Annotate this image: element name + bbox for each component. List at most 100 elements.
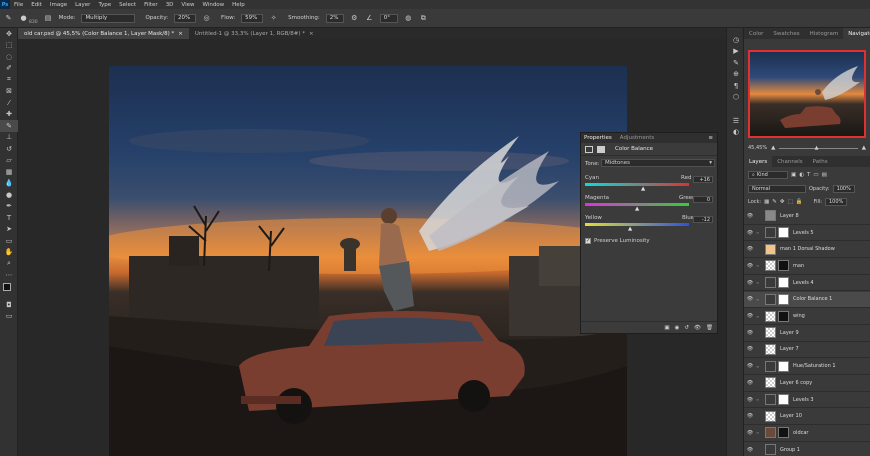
quick-select-tool-icon[interactable]: ✐ bbox=[0, 63, 18, 75]
mask-icon[interactable] bbox=[597, 145, 605, 153]
crop-tool-icon[interactable]: ⌗ bbox=[0, 74, 18, 86]
lasso-tool-icon[interactable]: ◌ bbox=[0, 51, 18, 63]
layer-row[interactable]: 👁 man 1 Dorsal Shadow bbox=[744, 241, 870, 259]
layer-thumbnail[interactable] bbox=[765, 243, 776, 255]
healing-brush-tool-icon[interactable]: ✚ bbox=[0, 109, 18, 121]
history-brush-tool-icon[interactable]: ↺ bbox=[0, 143, 18, 155]
filter-smart-icon[interactable]: ▤ bbox=[822, 172, 827, 178]
reset-icon[interactable]: ↺ bbox=[684, 325, 689, 331]
brushes-icon[interactable]: ✎ bbox=[727, 57, 745, 69]
visibility-icon[interactable]: 👁 bbox=[694, 325, 701, 331]
preserve-luminosity-checkbox[interactable]: ✓ bbox=[585, 238, 591, 244]
gradient-tool-icon[interactable]: ▦ bbox=[0, 166, 18, 178]
visibility-eye-icon[interactable]: 👁 bbox=[744, 230, 756, 236]
menu-image[interactable]: Image bbox=[46, 2, 71, 8]
clone-source-icon[interactable]: ⊕ bbox=[727, 69, 745, 81]
lock-pixels-icon[interactable]: ✎ bbox=[772, 199, 777, 205]
layer-row[interactable]: 👁 ∞ man bbox=[744, 258, 870, 275]
flow-input[interactable]: 59% bbox=[241, 13, 264, 23]
yellow-blue-thumb[interactable]: ▲ bbox=[628, 226, 632, 232]
eyedropper-tool-icon[interactable]: ⁄ bbox=[0, 97, 18, 109]
layer-thumbnail[interactable] bbox=[765, 377, 776, 389]
layer-thumbnail[interactable] bbox=[765, 410, 776, 422]
frame-tool-icon[interactable]: ⊠ bbox=[0, 86, 18, 98]
menu-view[interactable]: View bbox=[177, 2, 198, 8]
shape-tool-icon[interactable]: ▭ bbox=[0, 235, 18, 247]
lock-position-icon[interactable]: ✥ bbox=[780, 199, 785, 205]
opacity-input[interactable]: 20% bbox=[174, 13, 197, 23]
brush-preset-icon[interactable]: ● bbox=[19, 14, 28, 23]
layer-row[interactable]: 👁 ∞ Color Balance 1 bbox=[744, 291, 870, 309]
lock-artboard-icon[interactable]: ⬚ bbox=[788, 199, 793, 205]
layer-row[interactable]: 👁 Layer 10 bbox=[744, 408, 870, 426]
tone-select[interactable]: Midtones ▾ bbox=[601, 159, 715, 167]
menu-select[interactable]: Select bbox=[115, 2, 140, 8]
adjustments-icon[interactable]: ◐ bbox=[727, 127, 745, 139]
layer-row[interactable]: 👁 ∞ wing bbox=[744, 308, 870, 325]
layer-row[interactable]: 👁 Layer 6 copy bbox=[744, 375, 870, 392]
gear-icon[interactable]: ⚙ bbox=[350, 14, 359, 23]
layer-thumbnail[interactable] bbox=[765, 394, 776, 406]
visibility-eye-icon[interactable]: 👁 bbox=[744, 313, 756, 319]
layer-row[interactable]: 👁 Layer 7 bbox=[744, 342, 870, 359]
blur-tool-icon[interactable]: 💧 bbox=[0, 178, 18, 190]
magenta-green-value[interactable]: 0 bbox=[693, 196, 713, 203]
mode-select[interactable]: Multiply bbox=[81, 13, 136, 23]
marquee-tool-icon[interactable]: ⬚ bbox=[0, 40, 18, 52]
menu-edit[interactable]: Edit bbox=[27, 2, 46, 8]
tab-navigator[interactable]: Navigator bbox=[843, 28, 870, 39]
layer-thumbnail[interactable] bbox=[765, 260, 776, 272]
artwork-image[interactable] bbox=[109, 66, 627, 456]
layer-thumbnail[interactable] bbox=[765, 427, 776, 439]
tab-swatches[interactable]: Swatches bbox=[768, 28, 804, 39]
layer-mask-thumbnail[interactable] bbox=[778, 310, 789, 322]
quick-mask-icon[interactable]: ◘ bbox=[0, 299, 18, 311]
paragraph-icon[interactable]: ¶ bbox=[727, 80, 745, 92]
menu-help[interactable]: Help bbox=[228, 2, 249, 8]
more-tools-icon[interactable]: ⋯ bbox=[0, 270, 18, 282]
layer-mask-thumbnail[interactable] bbox=[778, 293, 789, 305]
visibility-eye-icon[interactable]: 👁 bbox=[744, 296, 756, 302]
visibility-eye-icon[interactable]: 👁 bbox=[744, 363, 756, 369]
properties-icon[interactable]: ☰ bbox=[727, 115, 745, 127]
visibility-eye-icon[interactable]: 👁 bbox=[744, 380, 756, 386]
eraser-tool-icon[interactable]: ▱ bbox=[0, 155, 18, 167]
path-select-tool-icon[interactable]: ➤ bbox=[0, 224, 18, 236]
tab-adjustments[interactable]: Adjustments bbox=[620, 135, 654, 141]
close-icon[interactable]: × bbox=[178, 31, 183, 37]
menu-type[interactable]: Type bbox=[94, 2, 115, 8]
zoom-slider[interactable]: ▲ bbox=[779, 145, 858, 151]
layer-mask-thumbnail[interactable] bbox=[778, 427, 789, 439]
visibility-eye-icon[interactable]: 👁 bbox=[744, 430, 756, 436]
cyan-red-thumb[interactable]: ▲ bbox=[641, 186, 645, 192]
menu-layer[interactable]: Layer bbox=[71, 2, 94, 8]
visibility-eye-icon[interactable]: 👁 bbox=[744, 280, 756, 286]
airbrush-icon[interactable]: ✧ bbox=[269, 14, 278, 23]
type-tool-icon[interactable]: T bbox=[0, 212, 18, 224]
lock-all-icon[interactable]: 🔒 bbox=[796, 199, 803, 205]
history-icon[interactable]: ◷ bbox=[727, 34, 745, 46]
actions-icon[interactable]: ▶ bbox=[727, 46, 745, 58]
layer-row[interactable]: 👁 ∞ Levels 4 bbox=[744, 275, 870, 292]
brush-tool-icon[interactable]: ✎ bbox=[4, 14, 13, 23]
pressure-size-icon[interactable]: ◍ bbox=[404, 14, 413, 23]
layer-thumbnail[interactable] bbox=[765, 210, 776, 222]
layer-mask-thumbnail[interactable] bbox=[778, 360, 789, 372]
clone-stamp-tool-icon[interactable]: ⊥ bbox=[0, 132, 18, 144]
pen-tool-icon[interactable]: ✒ bbox=[0, 201, 18, 213]
zoom-tool-icon[interactable]: ⌕ bbox=[0, 258, 18, 270]
dodge-tool-icon[interactable]: ● bbox=[0, 189, 18, 201]
tab-layers[interactable]: Layers bbox=[744, 156, 773, 167]
zoom-slider-thumb[interactable]: ▲ bbox=[815, 145, 819, 151]
zoom-value[interactable]: 45,45% bbox=[748, 145, 767, 151]
pressure-opacity-icon[interactable]: ◎ bbox=[202, 14, 211, 23]
filter-shape-icon[interactable]: ▭ bbox=[813, 172, 818, 178]
menu-window[interactable]: Window bbox=[198, 2, 228, 8]
layer-opacity-input[interactable]: 100% bbox=[832, 184, 855, 193]
visibility-eye-icon[interactable]: 👁 bbox=[744, 413, 756, 419]
layer-thumbnail[interactable] bbox=[765, 444, 776, 456]
visibility-eye-icon[interactable]: 👁 bbox=[744, 246, 756, 252]
visibility-eye-icon[interactable]: 👁 bbox=[744, 330, 756, 336]
symmetry-icon[interactable]: ⧉ bbox=[419, 14, 428, 23]
brush-tool-icon[interactable]: ✎ bbox=[0, 120, 18, 132]
